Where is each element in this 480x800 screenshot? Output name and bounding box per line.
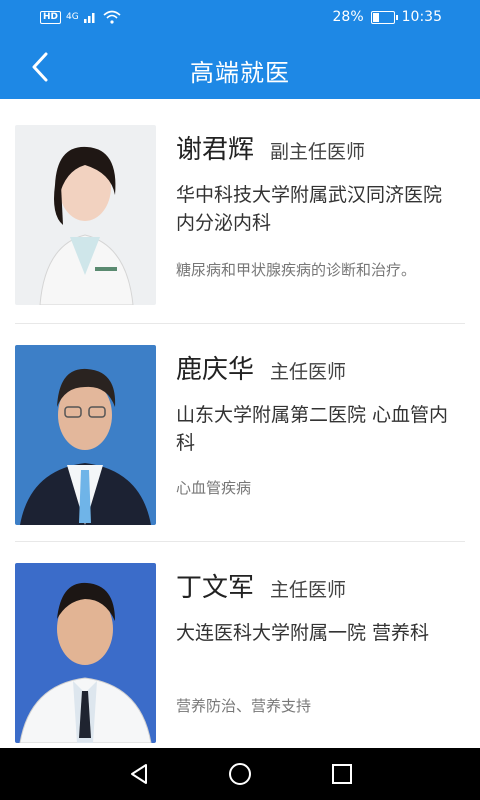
- doctor-name: 鹿庆华: [176, 355, 255, 385]
- doctor-title: 主任医师: [270, 361, 347, 383]
- doctor-photo: [15, 563, 156, 743]
- doctor-card[interactable]: 丁文军 主任医师 大连医科大学附属一院 营养科 营养防治、营养支持: [0, 537, 480, 748]
- doctor-title: 主任医师: [270, 579, 347, 601]
- doctor-specialty: 营养防治、营养支持: [176, 697, 312, 715]
- doctor-hospital: 大连医科大学附属一院 营养科: [176, 622, 430, 644]
- doctor-card[interactable]: 鹿庆华 主任医师 山东大学附属第二医院 心血管内科 心血管疾病: [0, 319, 480, 542]
- square-recent-icon[interactable]: [328, 760, 356, 788]
- system-nav-bar: [0, 748, 480, 800]
- triangle-back-icon[interactable]: [126, 760, 154, 788]
- page-title: 高端就医: [190, 59, 290, 87]
- doctor-name: 谢君辉: [176, 135, 255, 165]
- circle-home-icon[interactable]: [226, 760, 254, 788]
- signal-label: 4G: [66, 12, 79, 22]
- wifi-icon: [103, 10, 121, 24]
- battery-icon: [370, 10, 398, 24]
- doctor-photo: [15, 125, 156, 305]
- doctor-title: 副主任医师: [270, 141, 366, 163]
- doctor-photo: [15, 345, 156, 525]
- doctor-list: 谢君辉 副主任医师 华中科技大学附属武汉同济医院 内分泌内科 糖尿病和甲状腺疾病…: [0, 99, 480, 748]
- clock: 10:35: [401, 9, 442, 25]
- status-bar: HD 4G 28% 10:35: [0, 0, 480, 36]
- doctor-hospital: 华中科技大学附属武汉同济医院 内分泌内科: [176, 184, 443, 234]
- doctor-specialty: 糖尿病和甲状腺疾病的诊断和治疗。: [176, 261, 417, 279]
- battery-percent: 28%: [332, 9, 364, 25]
- doctor-hospital: 山东大学附属第二医院 心血管内科: [176, 404, 449, 454]
- hd-badge: HD: [40, 10, 62, 24]
- doctor-card[interactable]: 谢君辉 副主任医师 华中科技大学附属武汉同济医院 内分泌内科 糖尿病和甲状腺疾病…: [0, 99, 480, 324]
- app-bar: 高端就医: [0, 36, 480, 99]
- doctor-specialty: 心血管疾病: [176, 479, 252, 497]
- header: HD 4G 28% 10:35 高端就医: [0, 0, 480, 99]
- doctor-name: 丁文军: [176, 573, 255, 603]
- signal-bars-icon: [83, 13, 95, 23]
